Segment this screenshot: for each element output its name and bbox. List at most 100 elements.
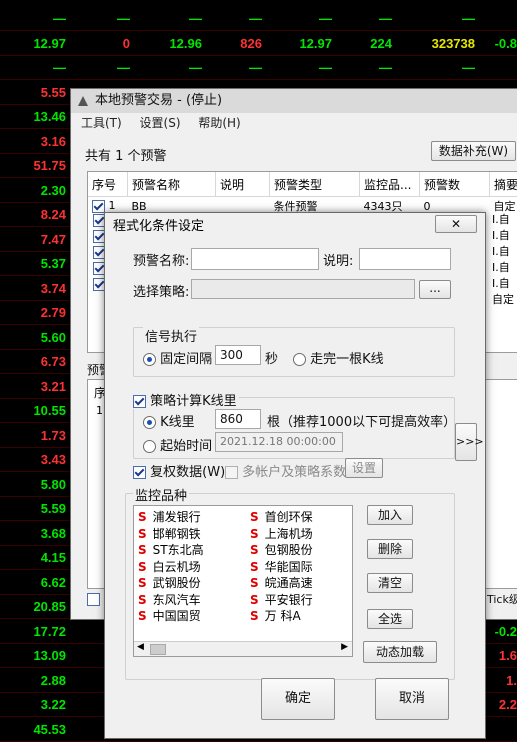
list-item[interactable]: S华能国际 [250,558,313,575]
quote-cell: 8.24 [6,207,66,222]
list-item[interactable]: S武钢股份 [138,574,204,591]
col-header-count[interactable]: 预警数 [420,172,490,197]
stock-name: 平安银行 [265,593,313,607]
stock-type-icon: S [250,560,259,574]
list-item[interactable]: S上海机场 [250,525,313,542]
quote-cell: 5.55 [6,85,66,100]
start-time-radio[interactable] [143,440,156,453]
strategy-label: 选择策略: [133,281,189,300]
data-supplement-button[interactable]: 数据补充(W) [431,141,516,161]
list-item[interactable]: S中国国贸 [138,607,204,624]
start-time-label: 起始时间 [160,439,212,454]
per-bar-option[interactable]: 走完一根K线 [293,348,384,367]
quote-cell: 3.43 [6,452,66,467]
list-item[interactable]: S白云机场 [138,558,204,575]
fixed-interval-radio[interactable] [143,353,156,366]
dialog-title: 程式化条件设定 [113,219,204,234]
summary-cell: I.自 [492,276,514,292]
monitor-group-title: 监控品种 [133,485,189,504]
list-item[interactable]: S首创环保 [250,508,313,525]
list-item[interactable]: S浦发银行 [138,508,204,525]
col-header-type[interactable]: 预警类型 [270,172,360,197]
multi-account-settings-button[interactable]: 设置 [345,458,383,478]
bottom-checkbox[interactable] [87,593,100,606]
scroll-right-icon[interactable]: ▶ [341,642,348,652]
quote-row[interactable]: ——————— [0,55,517,80]
stock-type-icon: S [138,576,147,590]
scroll-left-icon[interactable]: ◀ [137,642,144,652]
menu-settings[interactable]: 设置(S) [140,116,181,130]
kbars-option[interactable]: K线里 [143,411,195,430]
list-item[interactable]: S包钢股份 [250,541,313,558]
quote-cell: 6.73 [6,354,66,369]
col-header-summary[interactable]: 摘要 [490,172,517,197]
quote-cell: — [272,60,332,75]
quote-cell: 3.16 [6,134,66,149]
clear-button[interactable]: 清空 [367,573,413,593]
interval-seconds-input[interactable]: 300 [215,345,261,365]
stock-name: 邯郸钢铁 [153,527,201,541]
kbars-radio[interactable] [143,416,156,429]
lower-row-no: 1 [96,404,103,417]
multi-account-option[interactable]: 多帐户及策略系数 [225,461,346,480]
adjust-data-checkbox[interactable] [133,466,146,479]
stock-name: 浦发银行 [153,510,201,524]
stocks-right-column: S首创环保S上海机场S包钢股份S华能国际S皖通高速S平安银行S万 科A [250,508,313,624]
row-checkbox[interactable] [92,200,105,213]
per-bar-radio[interactable] [293,353,306,366]
quote-cell: -0.8 [457,36,517,51]
start-time-option[interactable]: 起始时间 [143,435,212,454]
seconds-unit: 秒 [265,348,278,367]
dialog-titlebar: 程式化条件设定 ✕ [105,213,485,241]
ok-button[interactable]: 确定 [261,678,335,720]
start-time-input[interactable]: 2021.12.18 00:00:00 [215,432,343,452]
list-item[interactable]: S邯郸钢铁 [138,525,204,542]
list-item[interactable]: S 皖通高速 [250,574,313,591]
multi-account-checkbox[interactable] [225,466,238,479]
alert-count-text: 共有 1 个预警 [85,145,167,164]
strategy-input[interactable] [191,279,415,299]
calc-bars-label: 策略计算K线里 [150,394,237,409]
list-item[interactable]: SST东北高 [138,541,204,558]
quote-cell: 5.80 [6,477,66,492]
cancel-button[interactable]: 取消 [375,678,449,720]
list-item[interactable]: S万 科A [250,607,313,624]
fixed-interval-option[interactable]: 固定间隔 [143,348,212,367]
stock-name: 皖通高速 [265,576,313,590]
list-item[interactable]: S东风汽车 [138,591,204,608]
calc-bars-checkbox[interactable] [133,395,146,408]
select-all-button[interactable]: 全选 [367,609,413,629]
close-button[interactable]: ✕ [435,215,477,233]
quote-row[interactable]: 12.97012.9682612.97224323738-0.8 [0,31,517,56]
stock-name: 万 科A [265,609,301,623]
col-header-name[interactable]: 预警名称 [128,172,216,197]
monitored-stocks-list: S浦发银行S邯郸钢铁SST东北高S白云机场S武钢股份S东风汽车S中国国贸 S首创… [133,505,353,657]
delete-button[interactable]: 删除 [367,539,413,559]
quote-cell: 3.22 [6,697,66,712]
col-header-no[interactable]: 序号 [88,172,128,197]
list-item[interactable]: S平安银行 [250,591,313,608]
adjust-data-option[interactable]: 复权数据(W) [133,461,225,480]
quote-cell: 45.53 [6,722,66,737]
add-button[interactable]: 加入 [367,505,413,525]
quote-cell: 5.60 [6,330,66,345]
menu-help[interactable]: 帮助(H) [198,116,240,130]
col-header-desc[interactable]: 说明 [216,172,270,197]
quote-row[interactable]: ——————— [0,6,517,31]
dynamic-load-button[interactable]: 动态加载 [363,641,437,663]
menu-tools[interactable]: 工具(T) [81,116,122,130]
horizontal-scrollbar[interactable]: ◀ ▶ [134,641,352,656]
browse-strategy-button[interactable]: ... [419,280,451,299]
expand-button[interactable]: >>> [455,423,477,461]
quote-cell: — [6,11,66,26]
stock-type-icon: S [250,576,259,590]
kbars-count-input[interactable]: 860 [215,409,261,429]
app-icon [77,95,89,107]
col-header-monitor[interactable]: 监控品... [360,172,420,197]
quote-cell: — [202,11,262,26]
quote-cell: 7.47 [6,232,66,247]
alert-name-input[interactable] [191,248,319,270]
description-input[interactable] [359,248,451,270]
calc-bars-option[interactable]: 策略计算K线里 [133,390,239,409]
scrollbar-thumb[interactable] [150,644,166,655]
